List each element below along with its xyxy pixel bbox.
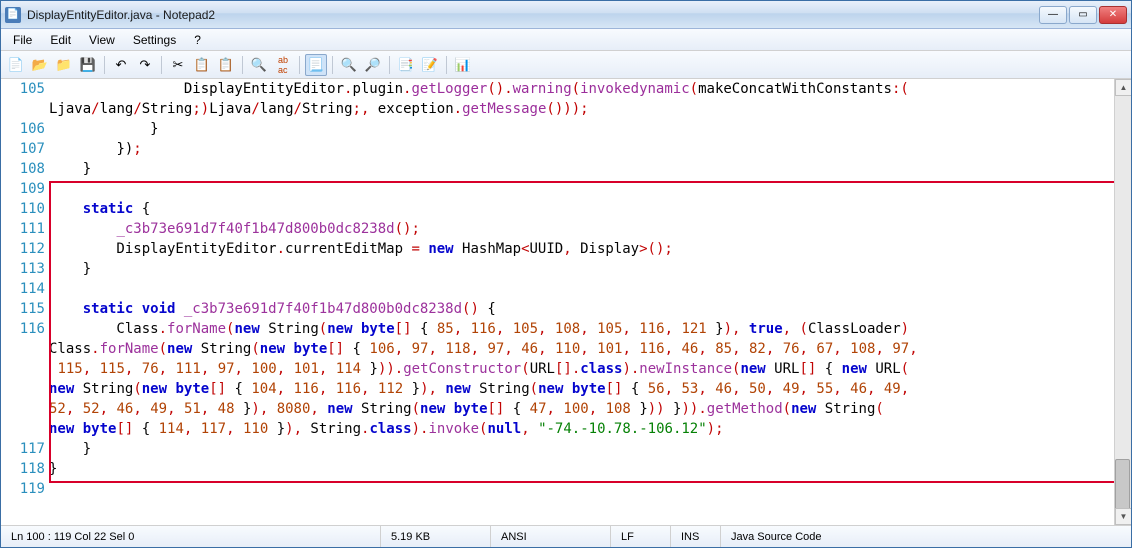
line-number — [1, 419, 45, 439]
app-icon — [5, 7, 21, 23]
line-number: 114 — [1, 279, 45, 299]
maximize-button[interactable]: ▭ — [1069, 6, 1097, 24]
zoomout-icon[interactable]: 🔎 — [362, 54, 384, 76]
close-button[interactable]: ✕ — [1099, 6, 1127, 24]
code-line[interactable]: new String(new byte[] { 104, 116, 116, 1… — [49, 379, 1114, 399]
scroll-down-icon[interactable]: ▼ — [1115, 508, 1131, 525]
line-number: 110 — [1, 199, 45, 219]
menu-help[interactable]: ? — [186, 31, 209, 49]
folder-icon[interactable]: 📁 — [53, 54, 75, 76]
statusbar: Ln 100 : 119 Col 22 Sel 0 5.19 KB ANSI L… — [1, 525, 1131, 547]
separator — [446, 56, 447, 74]
code-line[interactable]: } — [49, 119, 1114, 139]
line-number-gutter: 1051061071081091101111121131141151161171… — [1, 79, 49, 525]
window-title: DisplayEntityEditor.java - Notepad2 — [27, 8, 1039, 22]
status-encoding: ANSI — [491, 526, 611, 547]
line-number: 112 — [1, 239, 45, 259]
menu-settings[interactable]: Settings — [125, 31, 184, 49]
separator — [332, 56, 333, 74]
menu-view[interactable]: View — [81, 31, 123, 49]
scheme-icon[interactable]: 📑 — [395, 54, 417, 76]
code-line[interactable]: static { — [49, 199, 1114, 219]
open-icon[interactable]: 📂 — [29, 54, 51, 76]
line-number: 113 — [1, 259, 45, 279]
scheme2-icon[interactable]: 📝 — [419, 54, 441, 76]
window-controls: — ▭ ✕ — [1039, 6, 1127, 24]
editor-area: 1051061071081091101111121131141151161171… — [1, 79, 1131, 525]
separator — [389, 56, 390, 74]
code-line[interactable]: } — [49, 259, 1114, 279]
code-line[interactable]: DisplayEntityEditor.plugin.getLogger().w… — [49, 79, 1114, 99]
line-number: 109 — [1, 179, 45, 199]
wrap-icon[interactable]: 📃 — [305, 54, 327, 76]
menu-file[interactable]: File — [5, 31, 40, 49]
separator — [161, 56, 162, 74]
status-size: 5.19 KB — [381, 526, 491, 547]
code-line[interactable] — [49, 279, 1114, 299]
code-line[interactable]: new byte[] { 114, 117, 110 }), String.cl… — [49, 419, 1114, 439]
status-ln-col: Ln 100 : 119 Col 22 Sel 0 — [1, 526, 381, 547]
code-line[interactable]: _c3b73e691d7f40f1b47d800b0dc8238d(); — [49, 219, 1114, 239]
line-number: 117 — [1, 439, 45, 459]
line-number — [1, 339, 45, 359]
line-number: 108 — [1, 159, 45, 179]
code-line[interactable]: } — [49, 459, 1114, 479]
code-line[interactable]: Class.forName(new String(new byte[] { 85… — [49, 319, 1114, 339]
code-line[interactable]: } — [49, 159, 1114, 179]
separator — [299, 56, 300, 74]
info-icon[interactable]: 📊 — [452, 54, 474, 76]
code-line[interactable]: DisplayEntityEditor.currentEditMap = new… — [49, 239, 1114, 259]
line-number: 118 — [1, 459, 45, 479]
redo-icon[interactable]: ↷ — [134, 54, 156, 76]
separator — [104, 56, 105, 74]
status-lang: Java Source Code — [721, 526, 1131, 547]
code-line[interactable]: 52, 52, 46, 49, 51, 48 }), 8080, new Str… — [49, 399, 1114, 419]
vertical-scrollbar[interactable]: ▲ ▼ — [1114, 79, 1131, 525]
code-line[interactable] — [49, 179, 1114, 199]
toolbar: 📄 📂 📁 💾 ↶ ↷ ✂ 📋 📋 🔍 abac 📃 🔍 🔎 📑 📝 📊 — [1, 51, 1131, 79]
code-line[interactable]: Ljava/lang/String;)Ljava/lang/String;, e… — [49, 99, 1114, 119]
code-line[interactable]: Class.forName(new String(new byte[] { 10… — [49, 339, 1114, 359]
line-number — [1, 359, 45, 379]
scroll-up-icon[interactable]: ▲ — [1115, 79, 1131, 96]
new-icon[interactable]: 📄 — [5, 54, 27, 76]
code-line[interactable]: 115, 115, 76, 111, 97, 100, 101, 114 }))… — [49, 359, 1114, 379]
minimize-button[interactable]: — — [1039, 6, 1067, 24]
save-icon[interactable]: 💾 — [77, 54, 99, 76]
line-number — [1, 379, 45, 399]
status-mode: INS — [671, 526, 721, 547]
paste-icon[interactable]: 📋 — [215, 54, 237, 76]
code-line[interactable] — [49, 479, 1114, 499]
zoomin-icon[interactable]: 🔍 — [338, 54, 360, 76]
line-number: 111 — [1, 219, 45, 239]
copy-icon[interactable]: 📋 — [191, 54, 213, 76]
separator — [242, 56, 243, 74]
line-number — [1, 399, 45, 419]
code-line[interactable]: static void _c3b73e691d7f40f1b47d800b0dc… — [49, 299, 1114, 319]
line-number: 106 — [1, 119, 45, 139]
code-line[interactable]: }); — [49, 139, 1114, 159]
line-number: 119 — [1, 479, 45, 499]
line-number — [1, 99, 45, 119]
menubar: File Edit View Settings ? — [1, 29, 1131, 51]
undo-icon[interactable]: ↶ — [110, 54, 132, 76]
line-number: 107 — [1, 139, 45, 159]
line-number: 105 — [1, 79, 45, 99]
app-window: DisplayEntityEditor.java - Notepad2 — ▭ … — [0, 0, 1132, 548]
find-icon[interactable]: 🔍 — [248, 54, 270, 76]
status-eol: LF — [611, 526, 671, 547]
line-number: 115 — [1, 299, 45, 319]
line-number: 116 — [1, 319, 45, 339]
replace-icon[interactable]: abac — [272, 54, 294, 76]
menu-edit[interactable]: Edit — [42, 31, 79, 49]
code-editor[interactable]: DisplayEntityEditor.plugin.getLogger().w… — [49, 79, 1114, 525]
titlebar[interactable]: DisplayEntityEditor.java - Notepad2 — ▭ … — [1, 1, 1131, 29]
code-line[interactable]: } — [49, 439, 1114, 459]
cut-icon[interactable]: ✂ — [167, 54, 189, 76]
